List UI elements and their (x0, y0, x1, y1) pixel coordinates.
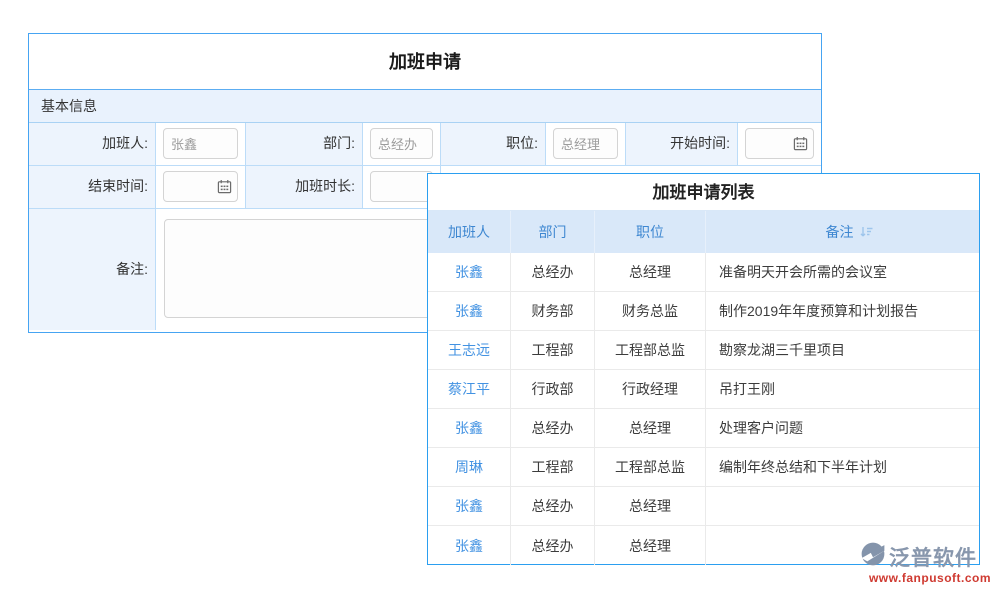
duration-label: 加班时长: (246, 166, 363, 208)
duration-input[interactable] (370, 171, 433, 202)
department-input[interactable] (370, 128, 433, 159)
list-title: 加班申请列表 (428, 174, 979, 211)
calendar-icon[interactable] (793, 136, 808, 156)
table-row: 张鑫 总经办 总经理 (428, 487, 979, 526)
cell-department: 财务部 (511, 292, 595, 330)
col-header-person[interactable]: 加班人 (428, 211, 511, 253)
department-cell (363, 123, 441, 165)
cell-remark: 编制年终总结和下半年计划 (706, 448, 979, 486)
table-row: 张鑫 总经办 总经理 准备明天开会所需的会议室 (428, 253, 979, 292)
end-time-label: 结束时间: (29, 166, 156, 208)
start-time-label: 开始时间: (626, 123, 738, 165)
cell-department: 工程部 (511, 331, 595, 369)
department-label: 部门: (246, 123, 363, 165)
position-label: 职位: (441, 123, 546, 165)
cell-department: 总经办 (511, 253, 595, 291)
col-header-department[interactable]: 部门 (511, 211, 595, 253)
form-row-1: 加班人: 部门: 职位: 开始时间: (29, 123, 821, 166)
col-header-remark[interactable]: 备注 (706, 211, 979, 253)
person-cell (156, 123, 246, 165)
cell-person[interactable]: 张鑫 (428, 253, 511, 291)
table-row: 王志远 工程部 工程部总监 勘察龙湖三千里项目 (428, 331, 979, 370)
person-input[interactable] (163, 128, 238, 159)
cell-person[interactable]: 周琳 (428, 448, 511, 486)
cell-position: 总经理 (595, 487, 706, 525)
position-input[interactable] (553, 128, 618, 159)
col-header-position[interactable]: 职位 (595, 211, 706, 253)
sort-icon[interactable] (860, 226, 873, 238)
start-time-cell (738, 123, 821, 165)
cell-person[interactable]: 张鑫 (428, 487, 511, 525)
fanpu-logo-icon (860, 541, 886, 572)
table-row: 周琳 工程部 工程部总监 编制年终总结和下半年计划 (428, 448, 979, 487)
cell-remark (706, 487, 979, 525)
overtime-list-panel: 加班申请列表 加班人 部门 职位 备注 张鑫 总经办 总经理 准备明天开会所需的… (427, 173, 980, 565)
cell-position: 工程部总监 (595, 331, 706, 369)
watermark-brand-row: 泛普软件 (860, 541, 1000, 572)
cell-person[interactable]: 张鑫 (428, 409, 511, 447)
cell-remark: 吊打王刚 (706, 370, 979, 408)
cell-person[interactable]: 张鑫 (428, 526, 511, 565)
cell-position: 工程部总监 (595, 448, 706, 486)
cell-person[interactable]: 张鑫 (428, 292, 511, 330)
watermark-brand-text: 泛普软件 (889, 542, 977, 572)
watermark-url: www.fanpusoft.com (860, 571, 1000, 585)
cell-remark: 准备明天开会所需的会议室 (706, 253, 979, 291)
cell-remark: 勘察龙湖三千里项目 (706, 331, 979, 369)
list-header: 加班人 部门 职位 备注 (428, 211, 979, 253)
cell-department: 工程部 (511, 448, 595, 486)
cell-department: 总经办 (511, 409, 595, 447)
cell-department: 总经办 (511, 487, 595, 525)
cell-position: 总经理 (595, 253, 706, 291)
table-row: 张鑫 财务部 财务总监 制作2019年年度预算和计划报告 (428, 292, 979, 331)
cell-department: 行政部 (511, 370, 595, 408)
end-time-cell (156, 166, 246, 208)
cell-position: 总经理 (595, 526, 706, 565)
table-row: 蔡江平 行政部 行政经理 吊打王刚 (428, 370, 979, 409)
cell-position: 总经理 (595, 409, 706, 447)
fanpu-watermark: 泛普软件 www.fanpusoft.com (860, 541, 1000, 585)
cell-department: 总经办 (511, 526, 595, 565)
cell-person[interactable]: 蔡江平 (428, 370, 511, 408)
position-cell (546, 123, 626, 165)
section-basic-info: 基本信息 (29, 90, 821, 123)
remarks-label: 备注: (29, 209, 156, 330)
table-row: 张鑫 总经办 总经理 处理客户问题 (428, 409, 979, 448)
person-label: 加班人: (29, 123, 156, 165)
cell-remark: 制作2019年年度预算和计划报告 (706, 292, 979, 330)
cell-remark: 处理客户问题 (706, 409, 979, 447)
cell-position: 财务总监 (595, 292, 706, 330)
cell-person[interactable]: 王志远 (428, 331, 511, 369)
calendar-icon[interactable] (217, 179, 232, 199)
form-title: 加班申请 (29, 34, 821, 90)
screen: 加班申请 基本信息 加班人: 部门: 职位: 开始时间: (0, 0, 1000, 600)
cell-position: 行政经理 (595, 370, 706, 408)
